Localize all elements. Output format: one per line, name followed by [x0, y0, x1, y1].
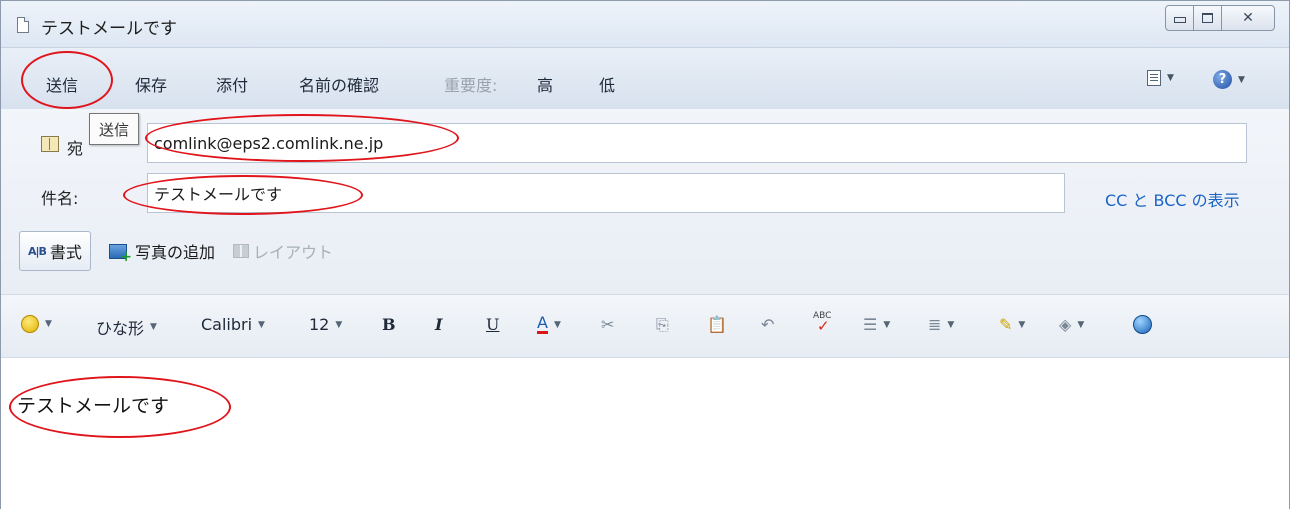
font-size-label: 12	[309, 315, 330, 334]
close-button[interactable]: ✕	[1222, 6, 1274, 30]
spellcheck-icon: ABC	[813, 311, 831, 335]
importance-low-button[interactable]: 低	[599, 72, 615, 96]
help-button[interactable]: ? ▼	[1213, 70, 1245, 89]
smiley-icon	[21, 315, 39, 333]
message-header: 宛 comlink@eps2.comlink.ne.jp 件名: テストメールで…	[1, 109, 1289, 294]
background-color-button[interactable]: ◈ ▼	[1059, 315, 1084, 334]
add-photo-label: 写真の追加	[134, 243, 215, 262]
maximize-icon	[1202, 13, 1213, 23]
add-photo-button[interactable]: 写真の追加	[108, 239, 215, 265]
chevron-down-icon: ▼	[258, 319, 265, 330]
font-size-dropdown[interactable]: 12 ▼	[309, 315, 342, 334]
format-toolbar: ▼ ひな形 ▼ Calibri ▼ 12 ▼ B I U A ▼ ✂ ⎘ 📋 ↶…	[1, 294, 1289, 358]
cut-icon[interactable]: ✂	[601, 315, 614, 334]
numbering-button[interactable]: ☰ ▼	[863, 315, 890, 334]
font-color-icon: A	[537, 313, 548, 334]
copy-icon[interactable]: ⎘	[656, 315, 669, 335]
send-tooltip: 送信	[89, 113, 140, 145]
font-dropdown[interactable]: Calibri ▼	[201, 315, 265, 334]
chevron-down-icon: ▼	[1238, 74, 1245, 85]
check-names-button[interactable]: 名前の確認	[299, 72, 379, 96]
font-label: Calibri	[201, 315, 253, 334]
importance-high-button[interactable]: 高	[537, 72, 553, 96]
spellcheck-button[interactable]: ABC	[813, 311, 831, 335]
bold-button[interactable]: B	[382, 315, 396, 334]
chevron-down-icon: ▼	[150, 322, 157, 332]
stationery-label: ひな形	[96, 319, 145, 338]
close-icon: ✕	[1242, 10, 1254, 26]
message-body[interactable]: テストメールです	[17, 391, 169, 418]
title-bar: テストメールです ✕	[1, 1, 1289, 47]
globe-link-icon	[1133, 315, 1152, 334]
format-button[interactable]: A|B 書式	[19, 231, 91, 271]
layout-button[interactable]: レイアウト	[232, 239, 333, 263]
send-button[interactable]: 送信	[46, 72, 78, 96]
maximize-button[interactable]	[1194, 6, 1222, 30]
paint-bucket-icon: ◈	[1059, 315, 1072, 334]
subject-field[interactable]: テストメールです	[147, 173, 1065, 213]
chevron-down-icon: ▼	[45, 319, 52, 329]
importance-label: 重要度:	[444, 76, 498, 95]
layout-icon	[232, 244, 249, 258]
italic-button[interactable]: I	[435, 315, 442, 334]
undo-icon[interactable]: ↶	[761, 315, 774, 334]
numbered-list-icon: ☰	[863, 315, 878, 334]
show-cc-bcc-link[interactable]: CC と BCC の表示	[1105, 187, 1240, 211]
reading-pane-icon	[1147, 70, 1161, 86]
chevron-down-icon: ▼	[1018, 319, 1026, 330]
chevron-down-icon: ▼	[883, 319, 891, 330]
subject-label: 件名:	[41, 189, 79, 208]
to-label[interactable]: 宛	[67, 135, 83, 159]
indent-button[interactable]: ≣ ▼	[928, 315, 954, 334]
chevron-down-icon: ▼	[1167, 73, 1174, 83]
chevron-down-icon: ▼	[335, 319, 343, 330]
chevron-down-icon: ▼	[947, 319, 955, 330]
highlighter-icon: ✎	[999, 315, 1013, 334]
highlight-button[interactable]: ✎ ▼	[999, 315, 1025, 334]
chevron-down-icon: ▼	[553, 319, 561, 330]
paste-icon[interactable]: 📋	[707, 315, 727, 334]
format-icon: A|B	[28, 244, 47, 258]
layout-label: レイアウト	[252, 243, 333, 262]
minimize-button[interactable]	[1166, 6, 1194, 30]
indent-icon: ≣	[928, 315, 942, 334]
save-button[interactable]: 保存	[135, 72, 167, 96]
add-photo-icon	[108, 243, 132, 265]
compose-window: テストメールです ✕ 送信 保存 添付 名前の確認 重要度: 高 低 ▼ ? ▼…	[0, 0, 1290, 509]
hyperlink-button[interactable]	[1133, 315, 1152, 334]
view-options-button[interactable]: ▼	[1147, 70, 1174, 86]
window-title: テストメールです	[41, 19, 177, 39]
tooltip-text: 送信	[99, 120, 130, 139]
window-controls: ✕	[1165, 5, 1275, 31]
emoticon-button[interactable]: ▼	[21, 315, 52, 333]
chevron-down-icon: ▼	[1077, 319, 1085, 330]
to-value: comlink@eps2.comlink.ne.jp	[154, 133, 384, 153]
underline-button[interactable]: U	[486, 315, 499, 334]
document-icon	[17, 17, 29, 33]
font-color-button[interactable]: A ▼	[537, 315, 561, 334]
subject-value: テストメールです	[154, 185, 283, 204]
address-book-icon[interactable]	[41, 136, 59, 152]
minimize-icon	[1173, 17, 1186, 23]
command-bar: 送信 保存 添付 名前の確認 重要度: 高 低 ▼ ? ▼	[1, 47, 1289, 111]
format-label: 書式	[49, 243, 82, 262]
help-icon: ?	[1213, 70, 1232, 89]
compose-toolbar: A|B 書式 写真の追加 レイアウト	[19, 229, 333, 273]
stationery-dropdown[interactable]: ひな形 ▼	[96, 315, 157, 339]
to-field[interactable]: comlink@eps2.comlink.ne.jp	[147, 123, 1247, 163]
attach-button[interactable]: 添付	[216, 72, 248, 96]
